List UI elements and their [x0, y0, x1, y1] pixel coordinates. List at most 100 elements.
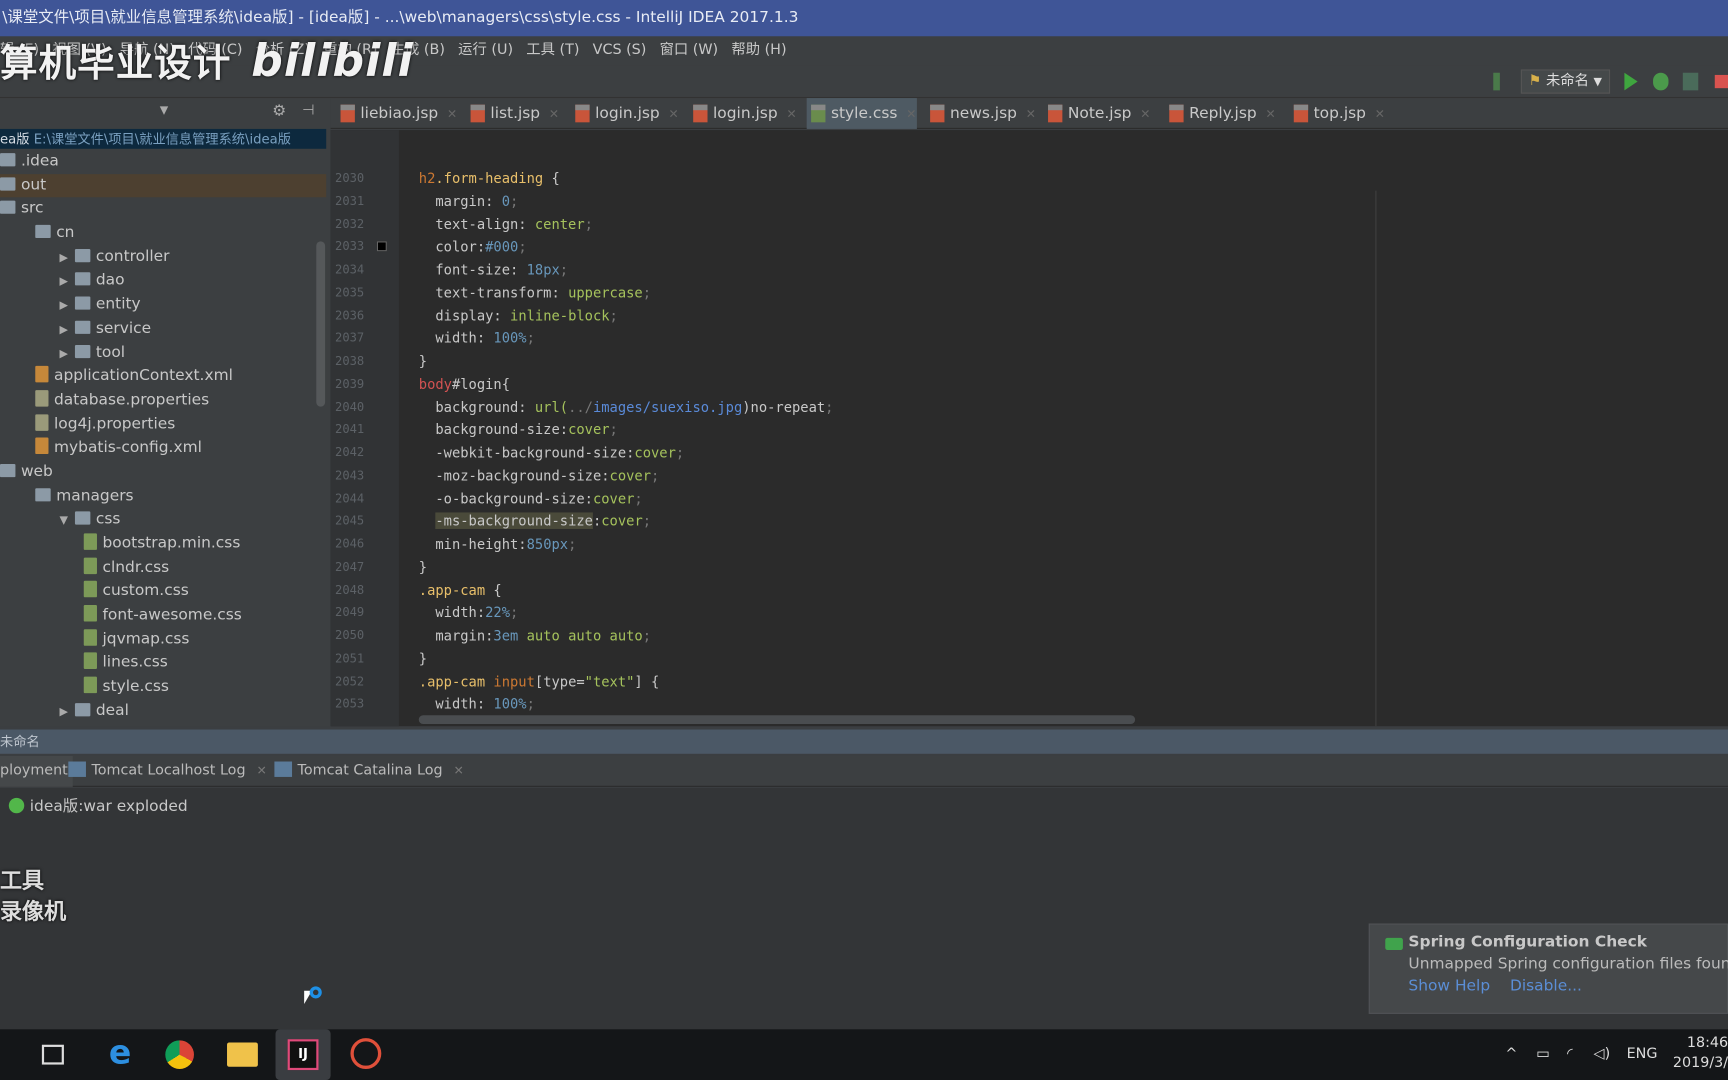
collapsed-arrow-icon[interactable]: ▶	[60, 247, 75, 271]
code-line: 2051}	[331, 648, 1728, 671]
editor-hscrollbar[interactable]	[418, 715, 1136, 725]
tree-item[interactable]: ▶ service	[0, 317, 326, 341]
debug-icon[interactable]	[1653, 72, 1669, 91]
tree-item[interactable]: database.properties	[0, 389, 326, 413]
tree-item[interactable]: mybatis-config.xml	[0, 437, 326, 461]
spring-icon	[1385, 937, 1403, 950]
tree-item[interactable]: .idea	[0, 150, 326, 174]
tree-item[interactable]: ▶ tool	[0, 341, 326, 365]
tab-tomcat-catalina-log[interactable]: Tomcat Catalina Log ✕	[274, 756, 464, 787]
code-text: h2.form-heading {	[419, 168, 560, 191]
battery-icon[interactable]: ▭	[1536, 1029, 1550, 1080]
project-scrollbar[interactable]	[316, 241, 326, 407]
tree-item[interactable]: applicationContext.xml	[0, 365, 326, 389]
tray-chevron-icon[interactable]: ^	[1505, 1029, 1517, 1080]
tree-item[interactable]: style.css	[0, 676, 326, 700]
line-number: 2040	[335, 399, 365, 414]
show-help-link[interactable]: Show Help	[1408, 978, 1490, 996]
tab-login-jsp[interactable]: login.jsp ✕	[689, 98, 797, 129]
close-icon[interactable]: ✕	[1140, 107, 1150, 121]
tree-item[interactable]: lines.css	[0, 652, 326, 676]
close-icon[interactable]: ✕	[1265, 107, 1275, 121]
language-indicator[interactable]: ENG	[1627, 1029, 1658, 1080]
close-icon[interactable]: ✕	[1375, 107, 1385, 121]
tree-item[interactable]: ▼ css	[0, 508, 326, 532]
menu-item[interactable]: 运行 (U)	[458, 42, 513, 59]
tree-item[interactable]: font-awesome.css	[0, 604, 326, 628]
close-icon[interactable]: ✕	[906, 107, 916, 121]
tab-tomcat-localhost-log[interactable]: Tomcat Localhost Log ✕	[68, 756, 267, 787]
tree-item[interactable]: ▶ entity	[0, 293, 326, 317]
code-line: 2048 .app-cam {	[331, 579, 1728, 602]
close-icon[interactable]: ✕	[447, 107, 457, 121]
close-icon[interactable]: ✕	[786, 107, 796, 121]
tree-item[interactable]: bootstrap.min.css	[0, 532, 326, 556]
tree-item[interactable]: ▶ controller	[0, 245, 326, 269]
tree-item[interactable]: src	[0, 198, 326, 222]
tree-item[interactable]: log4j.properties	[0, 413, 326, 437]
collapsed-arrow-icon[interactable]: ▶	[60, 342, 75, 366]
tree-item[interactable]: ▶ dao	[0, 269, 326, 293]
tree-item[interactable]: web	[0, 461, 326, 485]
wifi-icon[interactable]: ◜	[1567, 1029, 1573, 1080]
code-line: 2044 -o-background-size:cover;	[331, 488, 1728, 511]
close-icon[interactable]: ✕	[549, 107, 559, 121]
menu-item[interactable]: 帮助 (H)	[731, 42, 786, 59]
tree-item[interactable]: managers	[0, 484, 326, 508]
tree-item[interactable]: ▶ deal	[0, 700, 326, 724]
close-icon[interactable]: ✕	[454, 764, 464, 778]
expanded-arrow-icon[interactable]: ▼	[60, 509, 75, 533]
disable-link[interactable]: Disable...	[1510, 978, 1582, 996]
file-explorer-icon[interactable]	[227, 1042, 258, 1067]
tab-top-jsp[interactable]: top.jsp ✕	[1289, 98, 1385, 129]
tab-news-jsp[interactable]: news.jsp ✕	[926, 98, 1036, 129]
gear-icon[interactable]: ⚙	[272, 102, 286, 120]
tree-item[interactable]: clndr.css	[0, 556, 326, 580]
tab-deployment[interactable]: ployment	[0, 755, 73, 787]
tree-item[interactable]: custom.css	[0, 580, 326, 604]
code-token: -webkit-background-size:	[418, 444, 635, 461]
dropdown-icon[interactable]: ▼	[160, 105, 168, 117]
menu-item[interactable]: VCS (S)	[593, 42, 647, 59]
tab-list-jsp[interactable]: list.jsp ✕	[466, 98, 559, 129]
volume-icon[interactable]: ◁)	[1594, 1029, 1611, 1080]
menu-item[interactable]: 工具 (T)	[526, 42, 579, 59]
edge-icon[interactable]: e	[104, 1036, 137, 1071]
project-root[interactable]: ea版 E:\课堂文件\项目\就业信息管理系统\idea版	[0, 128, 327, 149]
tab-Note-jsp[interactable]: Note.jsp ✕	[1044, 98, 1150, 129]
tab-style-css[interactable]: style.css ✕	[806, 98, 917, 129]
chrome-icon[interactable]	[165, 1040, 194, 1069]
tree-item[interactable]: cn	[0, 222, 326, 246]
run-config-select[interactable]: ⚑ 未命名 ▼	[1520, 69, 1610, 94]
close-icon[interactable]: ✕	[669, 107, 679, 121]
menu-item[interactable]: 窗口 (W)	[660, 42, 719, 59]
build-icon[interactable]	[1493, 72, 1500, 91]
tab-liebiao-jsp[interactable]: liebiao.jsp ✕	[336, 98, 457, 129]
collapsed-arrow-icon[interactable]: ▶	[60, 294, 75, 318]
code-token: input	[493, 672, 535, 690]
clock[interactable]: 18:46 2019/3/	[1673, 1034, 1728, 1074]
tree-item[interactable]: out	[0, 173, 327, 198]
deployment-item[interactable]: idea版:war exploded	[8, 795, 188, 817]
code-editor[interactable]: 2030 h2.form-heading {2031 margin: 0; 2032…	[330, 130, 1728, 727]
task-view-icon[interactable]	[41, 1044, 64, 1065]
intellij-idea-taskbar-button[interactable]: IJ	[275, 1029, 331, 1080]
tab-Reply-jsp[interactable]: Reply.jsp ✕	[1165, 98, 1276, 129]
window-title: \课堂文件\项目\就业信息管理系统\idea版] - [idea版] - ...…	[0, 0, 1728, 37]
collapsed-arrow-icon[interactable]: ▶	[60, 701, 75, 725]
collapsed-arrow-icon[interactable]: ▶	[60, 318, 75, 342]
close-icon[interactable]: ✕	[257, 764, 267, 778]
tree-item[interactable]: jqvmap.css	[0, 628, 326, 652]
intellij-icon: IJ	[287, 1039, 319, 1071]
code-token: [type=	[534, 672, 585, 690]
collapsed-arrow-icon[interactable]: ▶	[60, 270, 75, 294]
stop-icon[interactable]	[1714, 74, 1728, 89]
tab-label: Tomcat Localhost Log	[91, 762, 246, 780]
tab-login-jsp[interactable]: login.jsp ✕	[571, 98, 679, 129]
run-icon[interactable]	[1624, 72, 1638, 91]
close-icon[interactable]: ✕	[1026, 107, 1036, 121]
coverage-icon[interactable]	[1682, 72, 1699, 91]
color-swatch-icon[interactable]	[376, 241, 387, 252]
collapse-icon[interactable]: ⊣	[302, 102, 314, 119]
app-icon[interactable]	[350, 1038, 382, 1069]
